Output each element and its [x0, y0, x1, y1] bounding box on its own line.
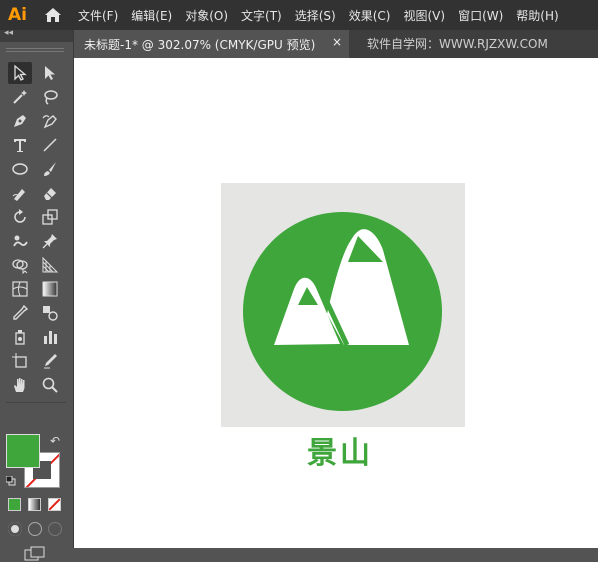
panel-grip[interactable]: [6, 48, 64, 52]
draw-behind-icon[interactable]: [28, 522, 42, 536]
eraser-tool-icon[interactable]: [38, 182, 62, 204]
menu-items: 文件(F) 编辑(E) 对象(O) 文字(T) 选择(S) 效果(C) 视图(V…: [78, 7, 572, 24]
rotate-tool-icon[interactable]: [8, 206, 32, 228]
selection-tool-icon[interactable]: [8, 62, 32, 84]
menu-effect[interactable]: 效果(C): [349, 7, 391, 24]
puppet-warp-tool-icon[interactable]: [8, 230, 32, 252]
mountain-icon: [274, 229, 409, 347]
menu-view[interactable]: 视图(V): [403, 7, 445, 24]
document-canvas[interactable]: 景山: [74, 58, 598, 548]
close-icon[interactable]: ×: [332, 35, 342, 49]
menu-file[interactable]: 文件(F): [78, 7, 118, 24]
menu-edit[interactable]: 编辑(E): [131, 7, 172, 24]
shaper-tool-icon[interactable]: [8, 182, 32, 204]
pen-tool-icon[interactable]: [8, 110, 32, 132]
menu-type[interactable]: 文字(T): [241, 7, 282, 24]
menu-help[interactable]: 帮助(H): [516, 7, 558, 24]
gradient-mode-button[interactable]: [28, 498, 41, 511]
pin-tool-icon[interactable]: [38, 230, 62, 252]
scale-tool-icon[interactable]: [38, 206, 62, 228]
artboard[interactable]: [221, 183, 465, 427]
hand-tool-icon[interactable]: [8, 374, 32, 396]
slice-tool-icon[interactable]: [38, 350, 62, 372]
shape-builder-tool-icon[interactable]: [8, 254, 32, 276]
screen-mode-icon[interactable]: [24, 546, 46, 562]
ellipse-tool-icon[interactable]: [8, 158, 32, 180]
app-logo: Ai: [8, 5, 27, 25]
gradient-tool-icon[interactable]: [38, 278, 62, 300]
fill-color-swatch[interactable]: [6, 434, 40, 468]
swap-fill-stroke-icon[interactable]: ↶: [50, 434, 60, 448]
draw-inside-icon[interactable]: [48, 522, 62, 536]
logo-caption: 景山: [307, 436, 373, 471]
zoom-tool-icon[interactable]: [38, 374, 62, 396]
line-segment-tool-icon[interactable]: [38, 134, 62, 156]
draw-normal-icon[interactable]: [8, 522, 22, 536]
blend-tool-icon[interactable]: [38, 302, 62, 324]
paintbrush-tool-icon[interactable]: [38, 158, 62, 180]
mesh-tool-icon[interactable]: [8, 278, 32, 300]
column-graph-tool-icon[interactable]: [38, 326, 62, 348]
none-mode-button[interactable]: [48, 498, 61, 511]
collapse-icon[interactable]: ◂◂: [4, 28, 13, 38]
menu-object[interactable]: 对象(O): [185, 7, 228, 24]
artboard-tool-icon[interactable]: [8, 350, 32, 372]
color-mode-button[interactable]: [8, 498, 21, 511]
document-tab[interactable]: 未标题-1* @ 302.07% (CMYK/GPU 预览) ×: [74, 30, 349, 58]
tool-separator: [6, 402, 66, 403]
eyedropper-tool-icon[interactable]: [8, 302, 32, 324]
lasso-tool-icon[interactable]: [38, 86, 62, 108]
menu-window[interactable]: 窗口(W): [458, 7, 503, 24]
mountain-logo-circle: [243, 212, 442, 411]
document-tab-label: 未标题-1* @ 302.07% (CMYK/GPU 预览): [84, 37, 316, 52]
direct-selection-tool-icon[interactable]: [38, 62, 62, 84]
menu-bar: Ai 文件(F) 编辑(E) 对象(O) 文字(T) 选择(S) 效果(C) 视…: [0, 0, 598, 30]
document-tab-strip: 未标题-1* @ 302.07% (CMYK/GPU 预览) × 软件自学网：W…: [74, 30, 598, 58]
tools-panel-header: ◂◂: [0, 28, 73, 42]
home-icon[interactable]: [42, 4, 64, 26]
watermark-text: 软件自学网：WWW.RJZXW.COM: [367, 37, 548, 51]
type-tool-icon[interactable]: [8, 134, 32, 156]
magic-wand-tool-icon[interactable]: [8, 86, 32, 108]
tools-panel: ◂◂ ↶: [0, 28, 74, 561]
curvature-tool-icon[interactable]: [38, 110, 62, 132]
menu-select[interactable]: 选择(S): [295, 7, 336, 24]
symbol-sprayer-tool-icon[interactable]: [8, 326, 32, 348]
default-colors-icon[interactable]: [6, 476, 16, 486]
perspective-grid-tool-icon[interactable]: [38, 254, 62, 276]
